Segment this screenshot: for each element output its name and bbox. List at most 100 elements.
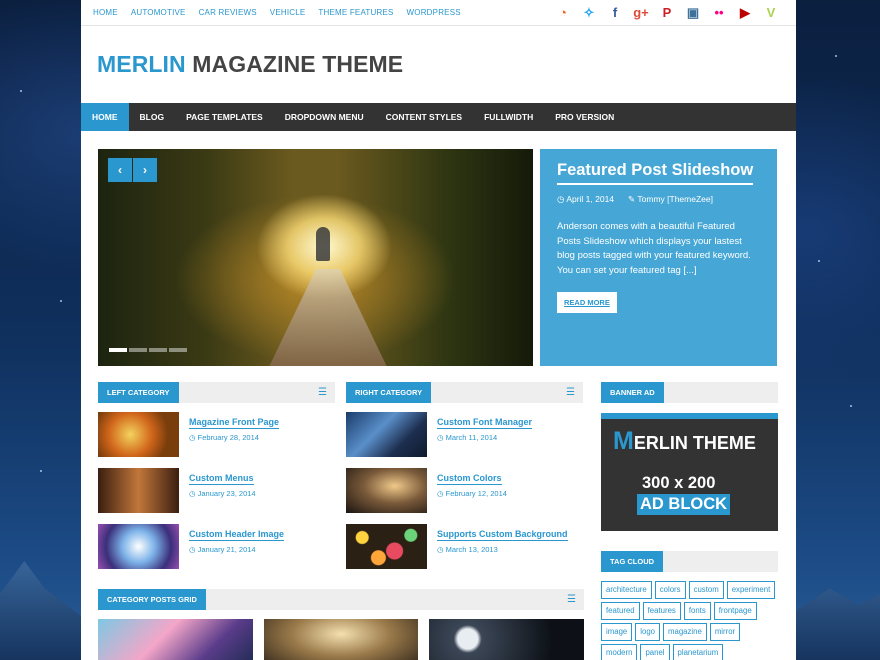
nav-pro-version[interactable]: PRO VERSION [544,103,625,131]
site-header: MERLIN MAGAZINE THEME [81,26,796,103]
tag-link[interactable]: planetarium [672,644,724,660]
slide-date-text: April 1, 2014 [566,194,615,204]
tag-link[interactable]: features [642,602,681,620]
pinterest-icon[interactable]: P [654,5,680,20]
post-title[interactable]: Supports Custom Background [437,528,568,541]
post-thumbnail[interactable] [98,412,179,457]
post-title[interactable]: Custom Colors [437,472,502,485]
topnav-vehicle[interactable]: VEHICLE [270,8,306,17]
social-icons: ◔ ✧ f g+ P ▣ •• ▶ V [550,5,784,21]
post-thumbnail[interactable] [346,468,427,513]
logo-part-merlin: MERLIN [97,51,186,77]
tag-link[interactable]: experiment [726,581,776,599]
slider-dot[interactable] [129,348,147,352]
tag-link[interactable]: frontpage [713,602,757,620]
nav-fullwidth[interactable]: FULLWIDTH [473,103,544,131]
read-more-button[interactable]: READ MORE [557,292,617,313]
list-icon: ☰ [318,387,327,398]
grid-thumbnail[interactable] [429,619,585,660]
list-item: Custom Font Manager ◷ March 11, 2014 [346,412,583,459]
tag-link[interactable]: logo [635,623,660,641]
topnav-car-reviews[interactable]: CAR REVIEWS [199,8,257,17]
widget-title[interactable]: LEFT CATEGORY [98,382,179,403]
tag-link[interactable]: magazine [663,623,707,641]
clock-icon: ◷ [189,433,198,442]
banner-ad-image[interactable]: MERLIN THEME 300 x 200 AD BLOCK [601,413,778,531]
nav-blog[interactable]: BLOG [129,103,176,131]
topnav-home[interactable]: HOME [93,8,118,17]
tag-link[interactable]: panel [640,644,670,660]
nav-page-templates[interactable]: PAGE TEMPLATES [175,103,274,131]
topnav-automotive[interactable]: AUTOMOTIVE [131,8,186,17]
widget-title: BANNER AD [601,382,664,403]
slider-dot[interactable] [109,348,127,352]
post-thumbnail[interactable] [346,524,427,569]
ad-headline-rest: ERLIN THEME [633,433,756,453]
widget-header: LEFT CATEGORY ☰ [98,382,335,403]
post-date: ◷ January 21, 2014 [189,545,284,554]
list-item: Custom Header Image ◷ January 21, 2014 [98,524,335,571]
slider-next-button[interactable]: › [133,158,157,182]
slider-prev-button[interactable]: ‹ [108,158,132,182]
slide-author[interactable]: ✎ Tommy [ThemeZee] [628,194,713,205]
tag-link[interactable]: featured [601,602,640,620]
slide-date: ◷ April 1, 2014 [557,194,614,205]
slider-dot[interactable] [149,348,167,352]
tag-link[interactable]: colors [654,581,686,599]
tag-link[interactable]: architecture [601,581,652,599]
widget-title[interactable]: CATEGORY POSTS GRID [98,589,206,610]
nav-dropdown-menu[interactable]: DROPDOWN MENU [274,103,375,131]
rss-icon[interactable]: ◔ [550,5,576,20]
list-item: Magazine Front Page ◷ February 28, 2014 [98,412,335,459]
post-title[interactable]: Custom Header Image [189,528,285,541]
page-container: HOME AUTOMOTIVE CAR REVIEWS VEHICLE THEM… [81,0,796,660]
post-title[interactable]: Magazine Front Page [189,416,280,429]
post-thumbnail[interactable] [346,412,427,457]
widget-header: TAG CLOUD [601,551,778,572]
tag-link[interactable]: custom [688,581,724,599]
instagram-icon[interactable]: ▣ [680,5,706,21]
topnav-theme-features[interactable]: THEME FEATURES [318,8,393,17]
top-navigation: HOME AUTOMOTIVE CAR REVIEWS VEHICLE THEM… [93,8,474,17]
grid-thumbnail[interactable] [98,619,253,660]
tag-link[interactable]: fonts [683,602,711,620]
grid-thumbnail[interactable] [263,619,419,660]
youtube-icon[interactable]: ▶ [732,5,758,21]
ad-headline: MERLIN THEME [613,427,756,456]
widget-title[interactable]: RIGHT CATEGORY [346,382,432,403]
slide-author-text: Tommy [ThemeZee] [637,194,713,204]
grid-thumbnails [98,619,585,660]
topnav-wordpress[interactable]: WORDPRESS [407,8,461,17]
site-logo[interactable]: MERLIN MAGAZINE THEME [97,51,403,78]
clock-icon: ◷ [437,545,446,554]
post-thumbnail[interactable] [98,524,179,569]
flickr-icon[interactable]: •• [706,5,732,20]
tag-link[interactable]: image [601,623,633,641]
tag-link[interactable]: modern [601,644,638,660]
list-item: Custom Colors ◷ February 12, 2014 [346,468,583,515]
slide-excerpt: Anderson comes with a beautiful Featured… [557,221,751,276]
vimeo-icon[interactable]: V [758,5,784,20]
tag-cloud-widget: TAG CLOUD architecture colors custom experi… [601,551,778,660]
nav-content-styles[interactable]: CONTENT STYLES [375,103,474,131]
nav-home[interactable]: HOME [81,103,129,131]
tag-link[interactable]: mirror [709,623,741,641]
slide-image[interactable]: ‹ › [98,149,533,366]
post-title[interactable]: Custom Font Manager [437,416,533,429]
twitter-icon[interactable]: ✧ [576,5,602,21]
list-item: Custom Menus ◷ January 23, 2014 [98,468,335,515]
post-thumbnail[interactable] [98,468,179,513]
post-date-text: January 21, 2014 [197,545,256,554]
post-date: ◷ March 11, 2014 [437,433,532,442]
slide-title[interactable]: Featured Post Slideshow [557,161,754,185]
clock-icon: ◷ [437,489,446,498]
post-title[interactable]: Custom Menus [189,472,254,485]
slide-content: Featured Post Slideshow ◷ April 1, 2014 … [540,149,777,366]
post-date-text: February 28, 2014 [197,433,259,442]
post-date: ◷ February 28, 2014 [189,433,279,442]
slider-dot[interactable] [169,348,187,352]
widget-header: CATEGORY POSTS GRID ☰ [98,589,584,610]
google-plus-icon[interactable]: g+ [628,5,654,20]
facebook-icon[interactable]: f [602,5,628,20]
featured-slider: ‹ › Featured Post Slideshow ◷ April 1, 2… [98,149,777,366]
